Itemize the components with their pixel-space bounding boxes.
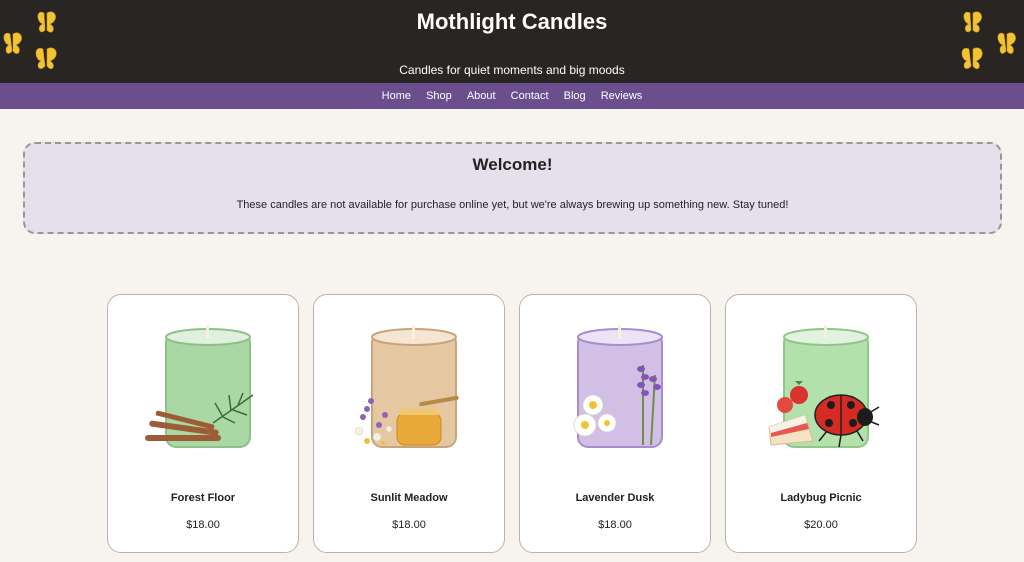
- product-price: $18.00: [186, 519, 220, 531]
- product-name: Sunlit Meadow: [370, 492, 448, 504]
- butterflies-icon: [956, 8, 1024, 74]
- welcome-banner: Welcome! These candles are not available…: [23, 142, 1002, 234]
- product-price: $20.00: [804, 519, 838, 531]
- product-name: Lavender Dusk: [575, 492, 655, 504]
- welcome-message: These candles are not available for purc…: [236, 199, 789, 211]
- candle-image: [354, 325, 459, 448]
- product-name: Forest Floor: [170, 492, 236, 504]
- product-price: $18.00: [598, 519, 632, 531]
- product-card-sunlit-meadow[interactable]: Sunlit Meadow $18.00: [313, 294, 505, 553]
- welcome-heading: Welcome!: [472, 155, 553, 174]
- candle-image: [573, 325, 663, 448]
- nav-contact[interactable]: Contact: [511, 83, 549, 109]
- site-tagline: Candles for quiet moments and big moods: [399, 63, 625, 77]
- product-card-lavender-dusk[interactable]: Lavender Dusk $18.00: [519, 294, 711, 553]
- product-card-ladybug-picnic[interactable]: Ladybug Picnic $20.00: [725, 294, 917, 553]
- site-header: Mothlight Candles Candles for quiet mome…: [0, 0, 1024, 83]
- candle-image: [768, 325, 880, 448]
- main-nav: Home Shop About Contact Blog Reviews: [0, 83, 1024, 109]
- site-title: Mothlight Candles: [416, 9, 608, 34]
- candle-image: [145, 325, 254, 448]
- product-price: $18.00: [392, 519, 426, 531]
- nav-reviews[interactable]: Reviews: [601, 83, 643, 109]
- nav-shop[interactable]: Shop: [426, 83, 452, 109]
- nav-about[interactable]: About: [467, 83, 496, 109]
- product-name: Ladybug Picnic: [780, 492, 862, 504]
- nav-home[interactable]: Home: [382, 83, 411, 109]
- nav-blog[interactable]: Blog: [564, 83, 586, 109]
- product-card-forest-floor[interactable]: Forest Floor $18.00: [107, 294, 299, 553]
- product-grid: Forest Floor $18.00 Sunlit Meadow $18.00: [107, 294, 919, 553]
